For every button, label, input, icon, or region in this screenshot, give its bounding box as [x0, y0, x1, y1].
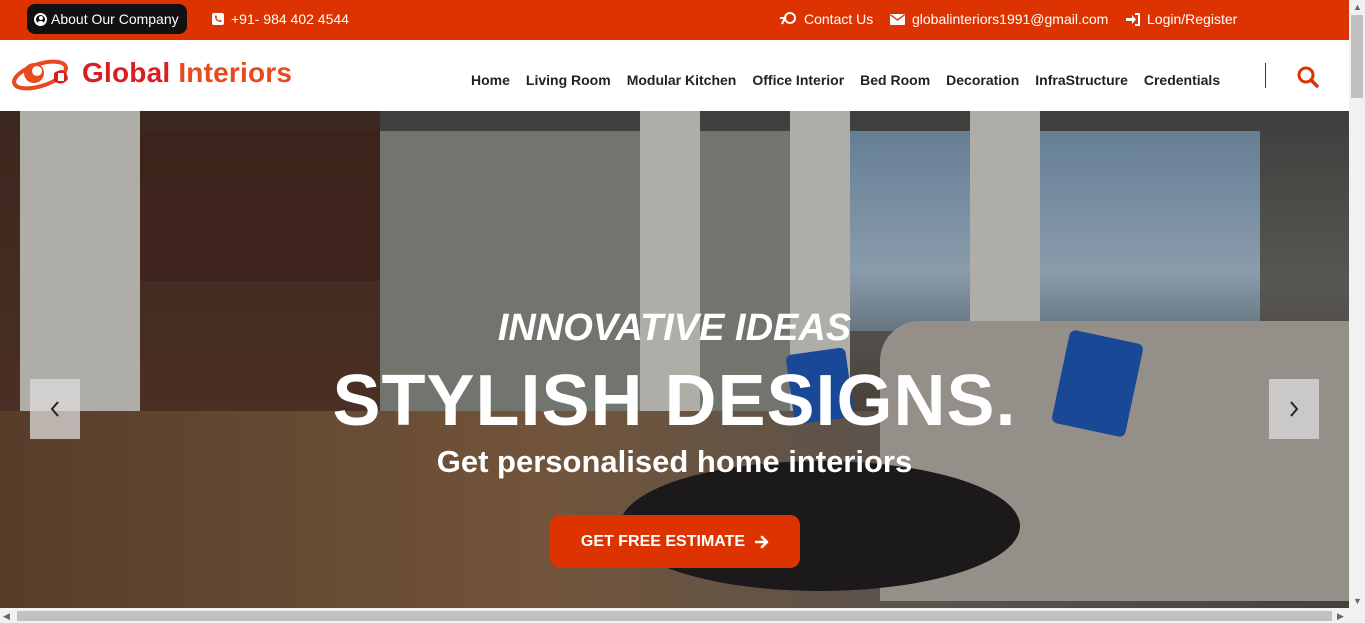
logo-mark-icon	[12, 59, 68, 91]
top-bar: About Our Company +91- 984 402 4544 Cont…	[0, 0, 1349, 40]
hero-tagline: INNOVATIVE IDEAS	[497, 307, 852, 349]
get-free-estimate-button[interactable]: GET FREE ESTIMATE	[550, 515, 800, 568]
phone-link[interactable]: +91- 984 402 4544	[212, 11, 349, 27]
brand-name-part2: Interiors	[178, 57, 293, 88]
brand-logo[interactable]: Global Interiors	[10, 51, 292, 95]
hero-subheadline: Get personalised home interiors	[436, 444, 913, 479]
horizontal-scrollbar-thumb[interactable]	[17, 611, 1332, 621]
sign-in-icon	[1126, 12, 1140, 26]
arrow-right-icon	[755, 535, 769, 548]
brand-name-part1: Global	[82, 57, 171, 88]
email-link[interactable]: globalinteriors1991@gmail.com	[890, 11, 1108, 27]
nav-item-modular-kitchen[interactable]: Modular Kitchen	[627, 72, 737, 88]
user-circle-icon	[34, 12, 47, 26]
about-company-button[interactable]: About Our Company	[27, 4, 187, 34]
nav-item-living-room[interactable]: Living Room	[526, 72, 611, 88]
nav-item-credentials[interactable]: Credentials	[1144, 72, 1220, 88]
nav-item-infrastructure[interactable]: InfraStructure	[1035, 72, 1128, 88]
hero-headline: STYLISH DESIGNS.	[332, 361, 1017, 441]
get-free-estimate-label: GET FREE ESTIMATE	[580, 532, 746, 550]
email-address: globalinteriors1991@gmail.com	[912, 11, 1109, 27]
nav-divider	[1265, 63, 1266, 88]
nav-item-bed-room[interactable]: Bed Room	[860, 72, 930, 88]
scroll-left-arrow-icon[interactable]: ◀	[3, 611, 10, 622]
contact-us-label: Contact Us	[804, 11, 874, 27]
scroll-right-arrow-icon[interactable]: ▶	[1337, 611, 1344, 622]
site-header: Global Interiors Home Living Room Modula…	[0, 40, 1349, 111]
brand-name: Global Interiors	[82, 57, 292, 89]
login-register-link[interactable]: Login/Register	[1126, 11, 1237, 27]
envelope-icon	[890, 13, 905, 25]
nav-item-home[interactable]: Home	[471, 72, 510, 88]
nav-item-office-interior[interactable]: Office Interior	[752, 72, 844, 88]
scroll-down-arrow-icon[interactable]: ▼	[1353, 596, 1362, 606]
about-company-label: About Our Company	[51, 11, 179, 27]
scroll-up-arrow-icon[interactable]: ▲	[1353, 2, 1362, 12]
vertical-scrollbar-thumb[interactable]	[1351, 15, 1363, 98]
contact-icon	[780, 12, 796, 25]
chevron-left-icon	[50, 401, 59, 417]
main-nav: Home Living Room Modular Kitchen Office …	[463, 72, 1228, 88]
chevron-right-icon	[1290, 401, 1299, 417]
phone-number: +91- 984 402 4544	[231, 11, 349, 27]
login-register-label: Login/Register	[1147, 11, 1238, 27]
search-icon	[1297, 66, 1319, 88]
phone-icon	[212, 13, 224, 25]
search-button[interactable]	[1296, 65, 1320, 89]
slider-next-button[interactable]	[1269, 379, 1319, 439]
hero-slider: INNOVATIVE IDEAS STYLISH DESIGNS. Get pe…	[0, 111, 1349, 608]
slider-prev-button[interactable]	[30, 379, 80, 439]
contact-us-link[interactable]: Contact Us	[779, 11, 873, 27]
nav-item-decoration[interactable]: Decoration	[946, 72, 1019, 88]
